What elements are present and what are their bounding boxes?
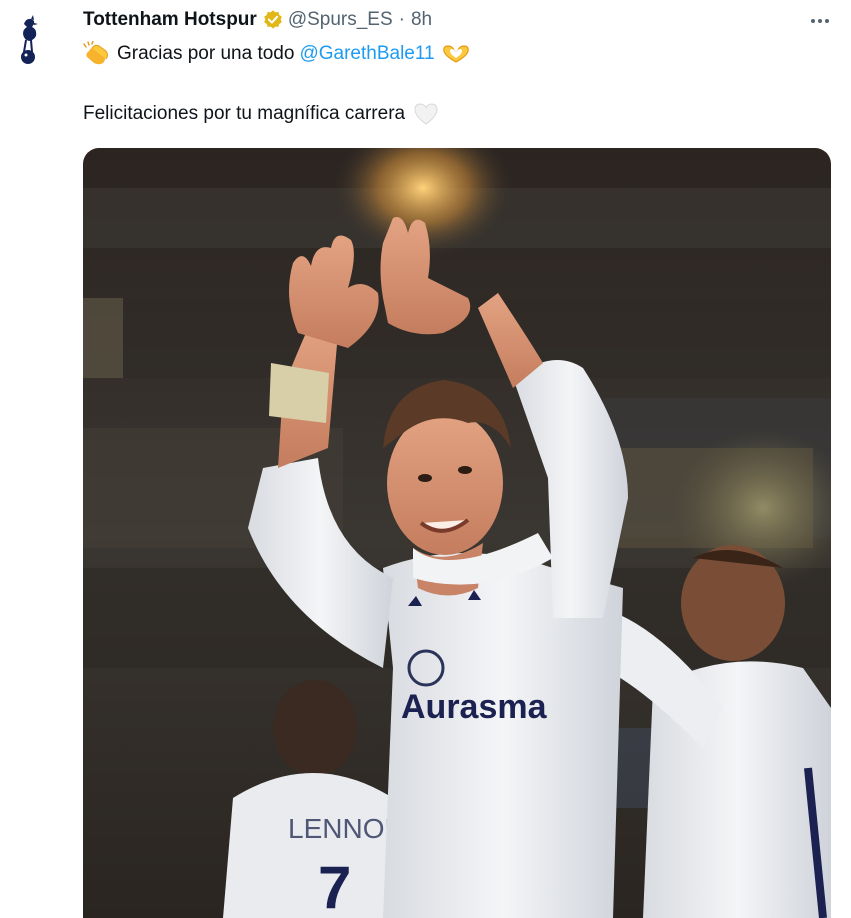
mention-link[interactable]: @GarethBale11: [299, 43, 434, 65]
tweet-photo[interactable]: LENNON 7 Aurasma: [83, 148, 831, 918]
player-heart-celebration-image: LENNON 7 Aurasma: [83, 148, 831, 918]
tweet-header: Tottenham Hotspur @Spurs_ES · 8h: [83, 8, 432, 32]
more-dot-icon: [818, 19, 822, 23]
tweet-text-line1: Gracias por una todo @GarethBale11: [83, 40, 471, 68]
avatar[interactable]: [10, 14, 50, 66]
tweet-text-line2: Felicitaciones por tu magnífica carrera: [83, 100, 439, 128]
tweet-text: Felicitaciones por tu magnífica carrera: [83, 103, 406, 124]
tweet-timestamp[interactable]: 8h: [411, 9, 432, 31]
clapping-hands-icon: [83, 41, 108, 65]
author-name[interactable]: Tottenham Hotspur: [83, 9, 257, 31]
shirt-sponsor: Aurasma: [401, 688, 548, 726]
back-number: 7: [318, 854, 351, 918]
verified-badge-icon: [264, 10, 282, 29]
tweet-text: Gracias por una todo: [117, 43, 295, 64]
more-dot-icon: [811, 19, 815, 23]
white-heart-icon: [414, 103, 438, 125]
more-options-button[interactable]: [806, 10, 834, 32]
author-handle[interactable]: @Spurs_ES: [288, 9, 393, 31]
separator-dot: ·: [398, 9, 405, 30]
spurs-crest-icon: [21, 15, 38, 64]
more-dot-icon: [825, 19, 829, 23]
heart-hands-icon: [442, 45, 469, 63]
